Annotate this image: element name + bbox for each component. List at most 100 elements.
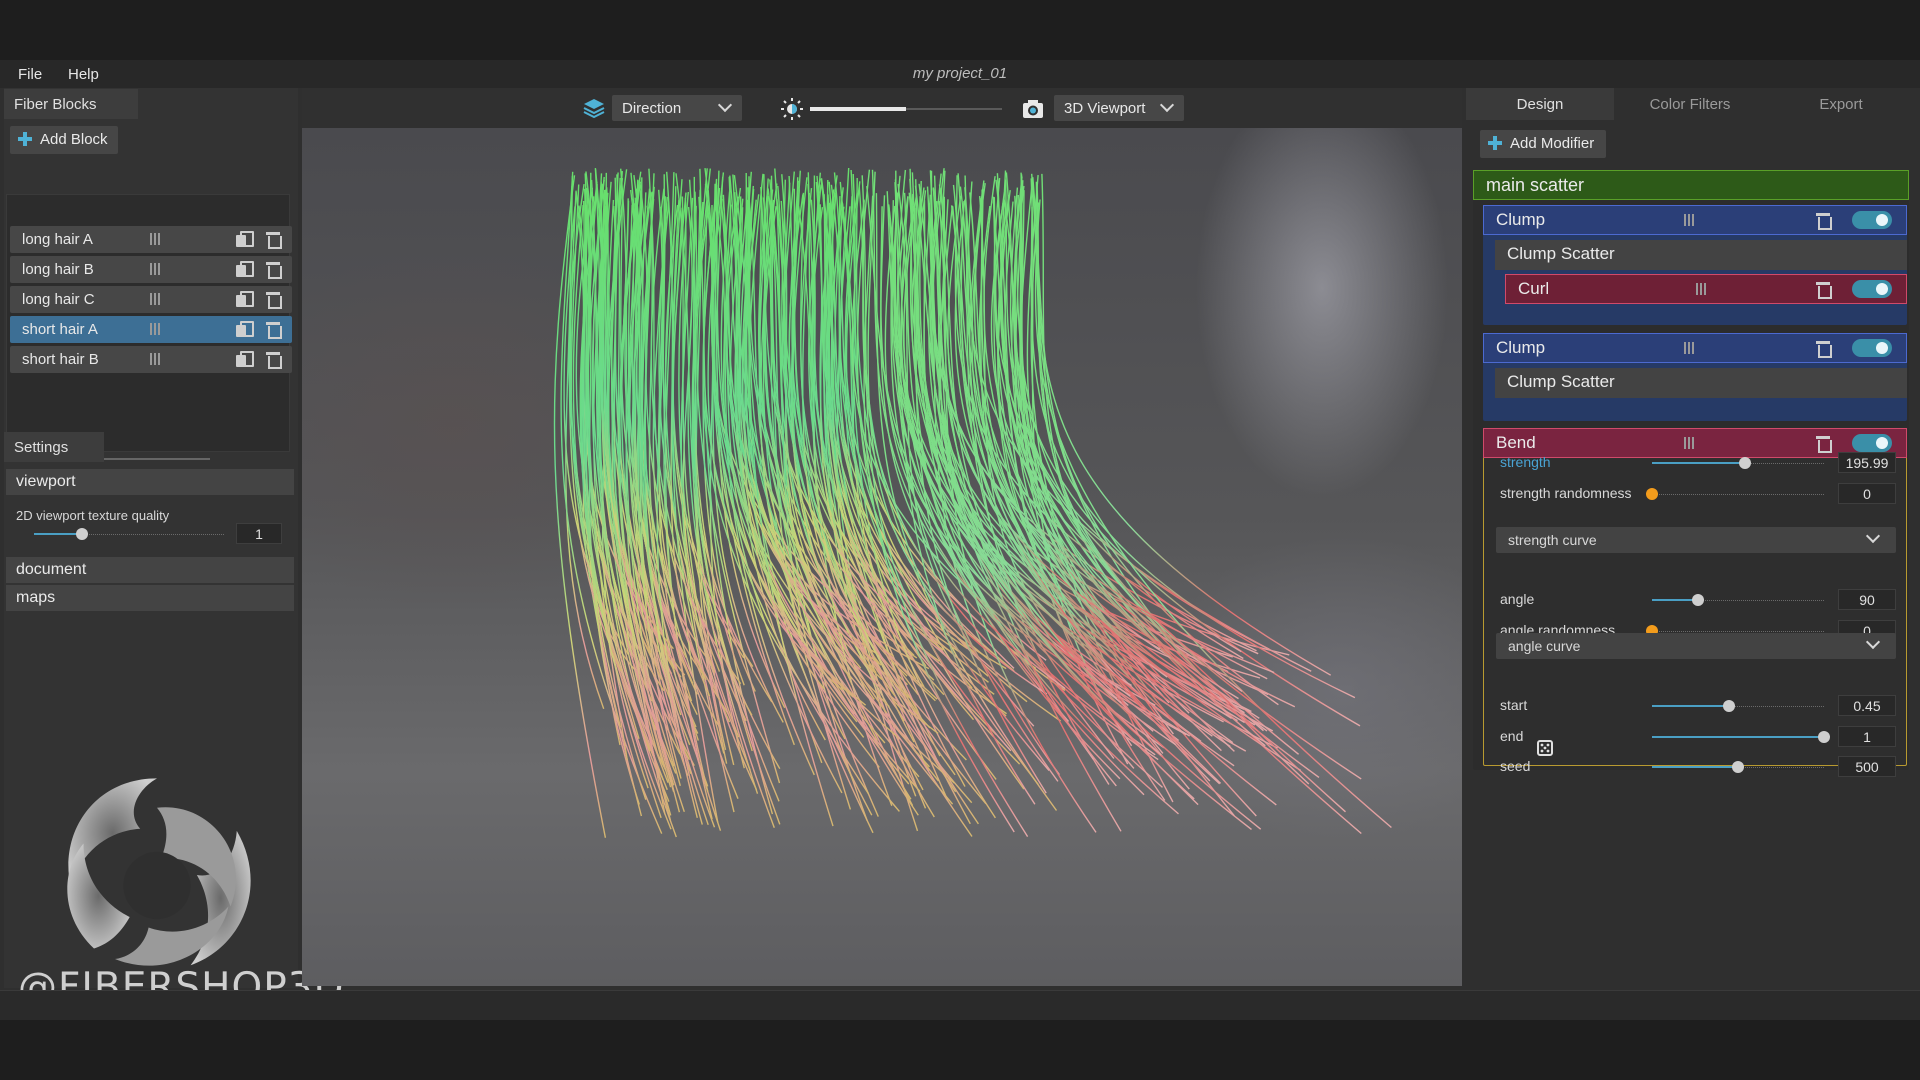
angle-label: angle — [1500, 591, 1535, 607]
drag-handle-icon[interactable] — [1684, 214, 1696, 226]
view-dropdown[interactable]: 3D Viewport — [1054, 95, 1184, 121]
seed-label: seed — [1500, 758, 1531, 774]
trash-icon[interactable] — [266, 321, 282, 339]
drag-handle-icon[interactable] — [150, 353, 162, 365]
strength-value[interactable]: 195.99 — [1838, 452, 1896, 473]
clump-1-toggle[interactable] — [1852, 211, 1892, 229]
add-block-button[interactable]: Add Block — [10, 126, 118, 154]
fiber-block-name: long hair B — [22, 261, 94, 278]
strength-randomness-slider-knob[interactable] — [1646, 488, 1658, 500]
fiber-block-row[interactable]: short hair B — [10, 346, 292, 373]
fiber-block-name: long hair A — [22, 231, 93, 248]
trash-icon[interactable] — [1816, 435, 1832, 453]
trash-icon[interactable] — [1816, 281, 1832, 299]
fiber-block-row[interactable]: long hair A — [10, 226, 292, 253]
view-value: 3D Viewport — [1064, 100, 1146, 117]
start-slider-fill — [1652, 705, 1730, 707]
drag-handle-icon[interactable] — [150, 323, 162, 335]
camera-icon[interactable] — [1022, 99, 1044, 119]
duplicate-icon[interactable] — [236, 351, 254, 367]
drag-handle-icon[interactable] — [1684, 437, 1696, 449]
duplicate-icon[interactable] — [236, 321, 254, 337]
trash-icon[interactable] — [1816, 340, 1832, 358]
strength-slider-fill — [1652, 462, 1745, 464]
angle-value[interactable]: 90 — [1838, 589, 1896, 610]
drag-handle-icon[interactable] — [150, 263, 162, 275]
add-block-label: Add Block — [40, 131, 108, 148]
bend-toggle[interactable] — [1852, 434, 1892, 452]
seed-value[interactable]: 500 — [1838, 756, 1896, 777]
app-window: File Help my project_01 Fiber Blocks Add… — [0, 60, 1920, 1020]
trash-icon[interactable] — [266, 231, 282, 249]
node-clump-2-label: Clump — [1496, 338, 1546, 357]
node-main-scatter[interactable]: main scatter — [1473, 170, 1909, 200]
end-value[interactable]: 1 — [1838, 726, 1896, 747]
end-label: end — [1500, 728, 1524, 744]
strength-curve-label: strength curve — [1508, 532, 1597, 548]
strength-randomness-slider[interactable] — [1652, 494, 1824, 495]
node-clump-scatter-1[interactable]: Clump Scatter — [1495, 240, 1907, 270]
texture-quality-fill — [34, 533, 82, 535]
drag-handle-icon[interactable] — [150, 233, 162, 245]
fiber-block-row[interactable]: long hair C — [10, 286, 292, 313]
trash-icon[interactable] — [266, 291, 282, 309]
display-mode-dropdown[interactable]: Direction — [612, 95, 742, 121]
trash-icon[interactable] — [1816, 212, 1832, 230]
clump-2-toggle[interactable] — [1852, 339, 1892, 357]
end-slider-knob[interactable] — [1818, 731, 1830, 743]
chevron-down-icon — [717, 97, 733, 113]
tab-export[interactable]: Export — [1766, 88, 1916, 120]
section-document[interactable]: document — [6, 557, 294, 583]
duplicate-icon[interactable] — [236, 291, 254, 307]
angle-curve-label: angle curve — [1508, 638, 1581, 654]
duplicate-icon[interactable] — [236, 261, 254, 277]
window-title: my project_01 — [912, 65, 1008, 82]
drag-handle-icon[interactable] — [1684, 342, 1696, 354]
dice-icon[interactable] — [1537, 740, 1553, 756]
fiber-block-row[interactable]: short hair A — [10, 316, 292, 343]
node-curl-label: Curl — [1518, 279, 1550, 298]
drag-handle-icon[interactable] — [150, 293, 162, 305]
hair-fibers-render — [553, 167, 1392, 838]
angle-curve-row[interactable]: angle curve — [1496, 633, 1896, 659]
node-clump-scatter-2[interactable]: Clump Scatter — [1495, 368, 1907, 398]
node-clump-1-label: Clump — [1496, 210, 1546, 229]
layers-icon[interactable] — [582, 97, 606, 119]
tab-fiber-blocks[interactable]: Fiber Blocks — [4, 89, 138, 119]
curl-toggle[interactable] — [1852, 280, 1892, 298]
duplicate-icon[interactable] — [236, 231, 254, 247]
tab-color-filters[interactable]: Color Filters — [1614, 88, 1766, 120]
start-value[interactable]: 0.45 — [1838, 695, 1896, 716]
fiber-block-row[interactable]: long hair B — [10, 256, 292, 283]
hair-strand — [1000, 190, 1362, 835]
brightness-icon — [781, 98, 803, 120]
tab-settings[interactable]: Settings — [4, 432, 104, 462]
section-maps[interactable]: maps — [6, 585, 294, 611]
strength-randomness-label: strength randomness — [1500, 485, 1632, 501]
strength-randomness-value[interactable]: 0 — [1838, 483, 1896, 504]
fiber-block-name: short hair A — [22, 321, 98, 338]
status-bar — [0, 990, 1920, 1020]
texture-quality-value[interactable]: 1 — [236, 523, 282, 544]
texture-quality-knob[interactable] — [75, 528, 88, 540]
fiber-block-name: long hair C — [22, 291, 95, 308]
trash-icon[interactable] — [266, 261, 282, 279]
node-bend-label: Bend — [1496, 433, 1536, 452]
strength-curve-row[interactable]: strength curve — [1496, 527, 1896, 553]
angle-randomness-slider[interactable] — [1652, 631, 1824, 632]
chevron-down-icon — [1865, 634, 1881, 650]
trash-icon[interactable] — [266, 351, 282, 369]
tab-design[interactable]: Design — [1466, 88, 1614, 120]
seed-slider-knob[interactable] — [1732, 761, 1744, 773]
strength-slider-knob[interactable] — [1738, 457, 1751, 469]
panel-splitter[interactable] — [90, 458, 210, 460]
seed-slider-fill — [1652, 766, 1738, 768]
add-modifier-button[interactable]: Add Modifier — [1480, 130, 1606, 158]
plus-icon — [18, 132, 32, 146]
section-viewport[interactable]: viewport — [6, 469, 294, 495]
menu-bar: File Help my project_01 — [0, 60, 1920, 88]
3d-viewport[interactable] — [302, 128, 1462, 986]
strength-label: strength — [1500, 454, 1551, 470]
drag-handle-icon[interactable] — [1696, 283, 1708, 295]
end-slider-fill — [1652, 736, 1824, 738]
